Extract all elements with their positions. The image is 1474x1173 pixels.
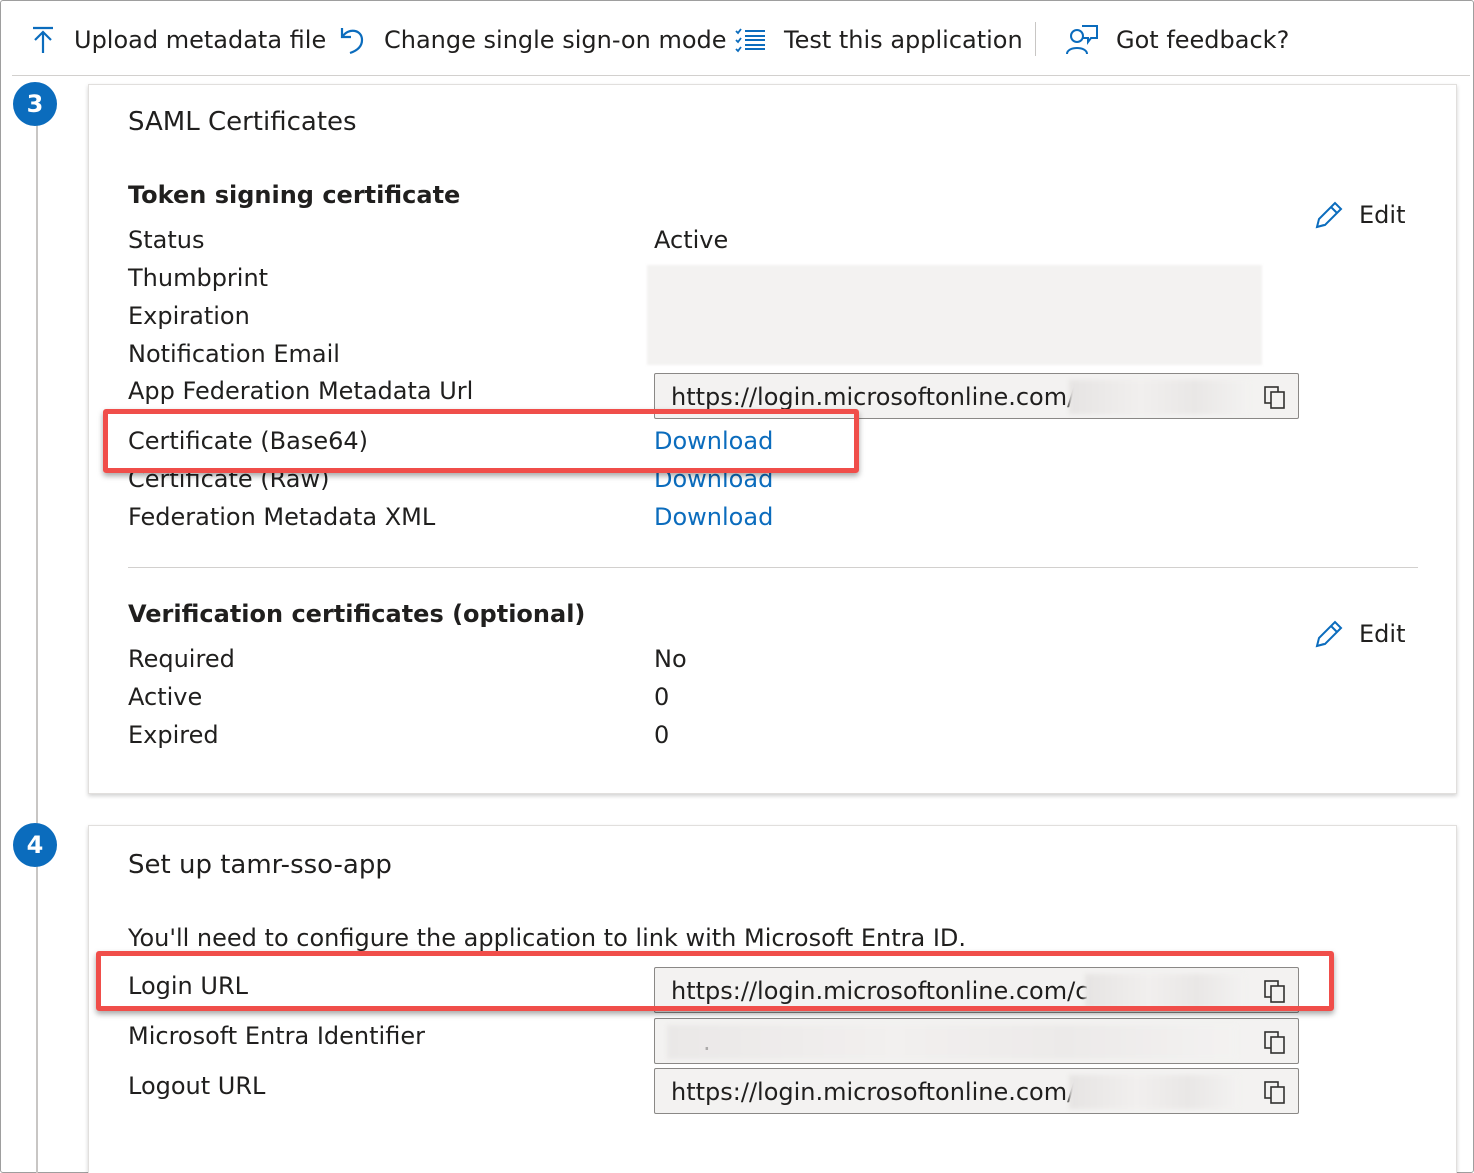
entra-identifier-field[interactable]: . [654,1018,1299,1064]
metadata-url-label: App Federation Metadata Url [128,377,474,405]
command-toolbar: Upload metadata file Change single sign-… [12,0,1470,76]
token-signing-title: Token signing certificate [128,181,461,209]
feedback-label: Got feedback? [1116,26,1290,54]
copy-icon[interactable] [1262,384,1288,410]
verification-edit-label: Edit [1359,620,1406,648]
feedback-button[interactable]: Got feedback? [1066,18,1289,62]
notification-email-label: Notification Email [128,340,340,368]
step-4-badge: 4 [13,823,57,867]
federation-xml-download-link[interactable]: Download [654,503,773,531]
token-edit-label: Edit [1359,201,1406,229]
steps-rail [36,120,38,1173]
test-application-button[interactable]: Test this application [734,18,1023,62]
copy-icon[interactable] [1262,1079,1288,1105]
copy-icon[interactable] [1262,1029,1288,1055]
section-divider [128,567,1418,568]
setup-description: You'll need to configure the application… [128,924,967,952]
undo-icon [340,28,364,55]
verification-edit-button[interactable]: Edit [1313,616,1405,652]
status-label: Status [128,226,205,254]
active-label: Active [128,683,203,711]
required-value: No [654,645,687,673]
test-application-label: Test this application [784,26,1023,54]
setup-app-title: Set up tamr-sso-app [128,850,392,880]
required-label: Required [128,645,235,673]
step-3-badge: 3 [13,82,57,126]
redacted-values [647,265,1262,365]
expiration-label: Expiration [128,302,250,330]
pencil-icon [1315,620,1343,648]
active-value: 0 [654,683,670,711]
feedback-icon [1066,25,1098,55]
federation-xml-label: Federation Metadata XML [128,503,436,531]
upload-metadata-label: Upload metadata file [74,26,327,54]
saml-certificates-title: SAML Certificates [128,107,357,137]
logout-url-field[interactable]: https://login.microsoftonline.com/cd [654,1068,1299,1114]
redacted-url-part [1069,1075,1239,1109]
redacted-url-part [1069,380,1249,414]
metadata-url-value: https://login.microsoftonline.com/cd [671,383,1104,411]
toolbar-separator [1035,22,1036,56]
highlight-login-url [96,951,1334,1011]
redacted-identifier [667,1025,1237,1059]
status-value: Active [654,226,729,254]
verification-title: Verification certificates (optional) [128,600,586,628]
expired-label: Expired [128,721,219,749]
highlight-certificate-base64 [103,409,859,473]
expired-value: 0 [654,721,670,749]
token-edit-button[interactable]: Edit [1313,197,1405,233]
upload-metadata-button[interactable]: Upload metadata file [30,18,326,62]
logout-url-label: Logout URL [128,1072,266,1100]
logout-url-value: https://login.microsoftonline.com/cd [671,1078,1104,1106]
thumbprint-label: Thumbprint [128,264,269,292]
change-sso-mode-label: Change single sign-on mode [384,26,727,54]
entra-identifier-label: Microsoft Entra Identifier [128,1022,425,1050]
upload-icon [33,26,53,53]
list-icon [735,28,765,53]
pencil-icon [1315,201,1343,229]
change-sso-mode-button[interactable]: Change single sign-on mode [338,18,727,62]
